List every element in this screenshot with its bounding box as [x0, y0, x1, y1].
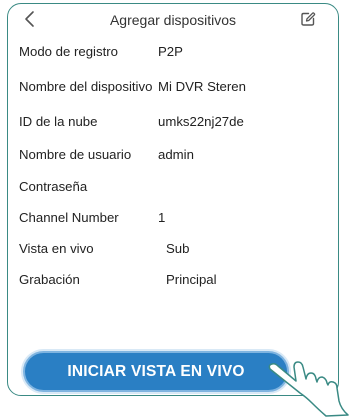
phone-frame: Agregar dispositivos Modo de registro P2…: [7, 3, 339, 396]
field-label: Nombre del dispositivo: [19, 79, 153, 94]
field-label: ID de la nube: [19, 114, 98, 129]
row-username[interactable]: Nombre de usuario admin: [19, 147, 331, 167]
screen: Agregar dispositivos Modo de registro P2…: [0, 0, 362, 417]
row-password[interactable]: Contraseña: [19, 179, 331, 199]
field-label: Grabación: [19, 272, 80, 287]
channel-number-field[interactable]: 1: [158, 210, 165, 225]
page-title: Agregar dispositivos: [109, 12, 237, 28]
field-label: Modo de registro: [19, 44, 118, 59]
row-registration-mode[interactable]: Modo de registro P2P: [19, 44, 331, 64]
field-label: Contraseña: [19, 179, 88, 194]
registration-mode-value[interactable]: P2P: [158, 44, 183, 59]
live-view-select[interactable]: Sub: [166, 241, 189, 256]
cloud-id-field[interactable]: umks22nj27de: [158, 114, 244, 129]
field-label: Channel Number: [19, 210, 119, 225]
app-header: Agregar dispositivos: [8, 4, 338, 34]
row-device-name[interactable]: Nombre del dispositivo Mi DVR Steren: [19, 79, 331, 99]
edit-square-icon[interactable]: [300, 11, 316, 27]
field-label: Nombre de usuario: [19, 147, 132, 162]
start-live-view-button[interactable]: INICIAR VISTA EN VIVO: [25, 353, 287, 390]
recording-select[interactable]: Principal: [166, 272, 217, 287]
username-field[interactable]: admin: [158, 147, 194, 162]
row-recording[interactable]: Grabación Principal: [19, 272, 331, 292]
row-live-view[interactable]: Vista en vivo Sub: [19, 241, 331, 261]
hand-pointer-icon: [268, 361, 349, 417]
device-name-field[interactable]: Mi DVR Steren: [158, 79, 246, 94]
field-label: Vista en vivo: [19, 241, 94, 256]
row-cloud-id[interactable]: ID de la nube umks22nj27de: [19, 114, 331, 134]
row-channel-number[interactable]: Channel Number 1: [19, 210, 331, 230]
